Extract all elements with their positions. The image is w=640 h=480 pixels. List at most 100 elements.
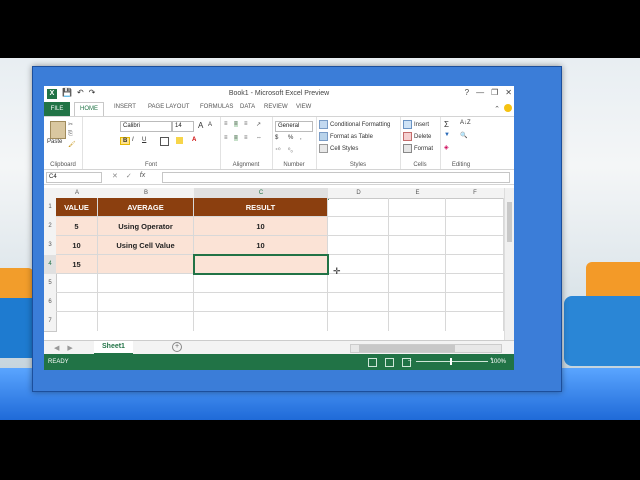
find-select-button[interactable]: 🔍 — [460, 132, 467, 139]
tab-data[interactable]: DATA — [240, 104, 255, 110]
format-cells-button[interactable]: Format — [403, 144, 433, 153]
middle-align-icon[interactable]: ≡ — [234, 121, 238, 127]
bottom-align-icon[interactable]: ≡ — [244, 121, 248, 127]
top-align-icon[interactable]: ≡ — [224, 121, 228, 127]
copy-icon[interactable]: ⎘ — [68, 131, 73, 138]
cell-b2[interactable]: Using Operator — [98, 217, 194, 236]
tab-file[interactable]: FILE — [44, 102, 70, 116]
cancel-entry-button[interactable]: ✕ — [112, 172, 118, 180]
insert-function-button[interactable]: fx — [140, 172, 145, 180]
sort-filter-button[interactable]: A↓Z — [460, 120, 471, 126]
align-left-icon[interactable]: ≡ — [224, 135, 228, 141]
normal-view-icon[interactable] — [368, 358, 377, 367]
excel-window: X 💾 ↶ ↷ Book1 - Microsoft Excel Preview … — [44, 86, 514, 370]
conditional-formatting-button[interactable]: Conditional Formatting — [319, 120, 390, 129]
cell-b3[interactable]: Using Cell Value — [98, 236, 194, 255]
increase-decimal-icon[interactable]: ⁺⁰ — [275, 147, 281, 154]
column-header-e[interactable]: E — [389, 188, 447, 199]
border-icon[interactable] — [160, 137, 171, 146]
styles-label: Styles — [349, 162, 367, 168]
tab-page-layout[interactable]: PAGE LAYOUT — [148, 104, 189, 110]
font-color-icon[interactable]: A — [192, 137, 196, 143]
horizontal-scrollbar[interactable] — [350, 344, 502, 353]
tab-view[interactable]: VIEW — [296, 104, 311, 110]
align-center-icon[interactable]: ≡ — [234, 135, 238, 141]
grow-font-button[interactable]: A — [198, 121, 203, 130]
cell-a2[interactable]: 5 — [56, 217, 98, 236]
close-button[interactable]: ✕ — [505, 88, 512, 97]
header-cell-average[interactable]: AVERAGE — [98, 198, 194, 217]
next-sheet-icon[interactable]: ▶ — [67, 344, 72, 352]
ribbon-minimize-icon[interactable]: ⌃ — [494, 105, 500, 113]
merge-center-icon[interactable]: ⇔ — [256, 135, 262, 141]
editing-label: Editing — [451, 162, 471, 168]
font-family-select[interactable]: Calibri — [120, 121, 172, 132]
formula-buttons: ✕ ✓ fx — [112, 172, 145, 180]
zoom-out-button[interactable]: – — [408, 358, 411, 364]
prev-sheet-icon[interactable]: ◀ — [54, 344, 59, 352]
paste-icon[interactable] — [50, 121, 66, 139]
orientation-icon[interactable]: ↗ — [256, 121, 261, 128]
cut-icon[interactable]: ✂ — [68, 121, 73, 128]
header-cell-value[interactable]: VALUE — [56, 198, 98, 217]
tab-formulas[interactable]: FORMULAS — [200, 104, 233, 110]
row-header-6[interactable]: 6 — [44, 293, 57, 313]
sheet-tab-sheet1[interactable]: Sheet1 — [94, 341, 133, 355]
autosum-button[interactable]: Σ — [444, 120, 449, 129]
tab-review[interactable]: REVIEW — [264, 104, 288, 110]
header-cell-result[interactable]: RESULT — [194, 198, 328, 217]
cell-c2[interactable]: 10 — [194, 217, 328, 236]
decrease-decimal-icon[interactable]: ⁰₀ — [288, 147, 293, 154]
cell-c3[interactable]: 10 — [194, 236, 328, 255]
tab-insert[interactable]: INSERT — [114, 104, 136, 110]
format-painter-icon[interactable]: 🖌 — [68, 141, 76, 148]
delete-cells-button[interactable]: Delete — [403, 132, 431, 141]
minimize-button[interactable]: — — [476, 88, 484, 97]
desktop-decoration — [564, 296, 640, 366]
fill-button[interactable]: ▼ — [444, 132, 450, 138]
feedback-smile-icon[interactable] — [504, 104, 512, 112]
bold-button[interactable]: B — [120, 137, 131, 145]
zoom-slider[interactable] — [416, 358, 488, 365]
vertical-scroll-thumb[interactable] — [507, 202, 512, 242]
column-header-d[interactable]: D — [328, 188, 390, 199]
name-box[interactable]: C4 — [46, 172, 102, 183]
cell-b4[interactable] — [98, 255, 194, 274]
styles-group: Conditional Formatting Format as Table C… — [316, 117, 401, 169]
zoom-slider-knob[interactable] — [450, 358, 452, 365]
fill-color-icon[interactable] — [176, 137, 185, 144]
tab-home[interactable]: HOME — [74, 102, 104, 116]
number-format-select[interactable]: General — [275, 121, 313, 132]
zoom-level[interactable]: 100% — [491, 359, 506, 365]
shrink-font-button[interactable]: A — [208, 122, 212, 128]
percent-button[interactable]: % — [288, 135, 293, 141]
cell-a3[interactable]: 10 — [56, 236, 98, 255]
formula-input[interactable] — [162, 172, 510, 183]
italic-button[interactable]: I — [132, 137, 134, 143]
restore-button[interactable]: ❐ — [491, 88, 498, 97]
cell-a4[interactable]: 15 — [56, 255, 98, 274]
paste-button[interactable]: Paste — [47, 139, 62, 145]
cell-styles-button[interactable]: Cell Styles — [319, 144, 358, 153]
insert-cells-button[interactable]: Insert — [403, 120, 429, 129]
row-header-5[interactable]: 5 — [44, 274, 57, 294]
row-header-7[interactable]: 7 — [44, 312, 57, 332]
alignment-group: ≡ ≡ ≡ ↗ ≡ ≡ ≡ ⇔ Alignment — [220, 117, 273, 169]
cell-c4[interactable] — [194, 255, 328, 274]
horizontal-scroll-thumb[interactable] — [359, 345, 455, 352]
clear-button[interactable]: ◈ — [444, 144, 449, 151]
format-as-table-button[interactable]: Format as Table — [319, 132, 373, 141]
underline-button[interactable]: U — [142, 137, 146, 143]
formula-bar: C4 ✕ ✓ fx — [44, 170, 514, 185]
page-layout-view-icon[interactable] — [385, 358, 394, 367]
align-right-icon[interactable]: ≡ — [244, 135, 248, 141]
confirm-entry-button[interactable]: ✓ — [126, 172, 132, 180]
font-size-select[interactable]: 14 — [172, 121, 194, 132]
vertical-scrollbar[interactable] — [504, 188, 514, 340]
currency-button[interactable]: $ — [275, 135, 278, 141]
clipboard-label: Clipboard — [50, 162, 76, 168]
column-header-f[interactable]: F — [446, 188, 505, 199]
help-icon[interactable]: ? — [465, 88, 469, 97]
add-sheet-icon[interactable]: + — [172, 342, 182, 352]
comma-button[interactable]: , — [300, 135, 302, 141]
